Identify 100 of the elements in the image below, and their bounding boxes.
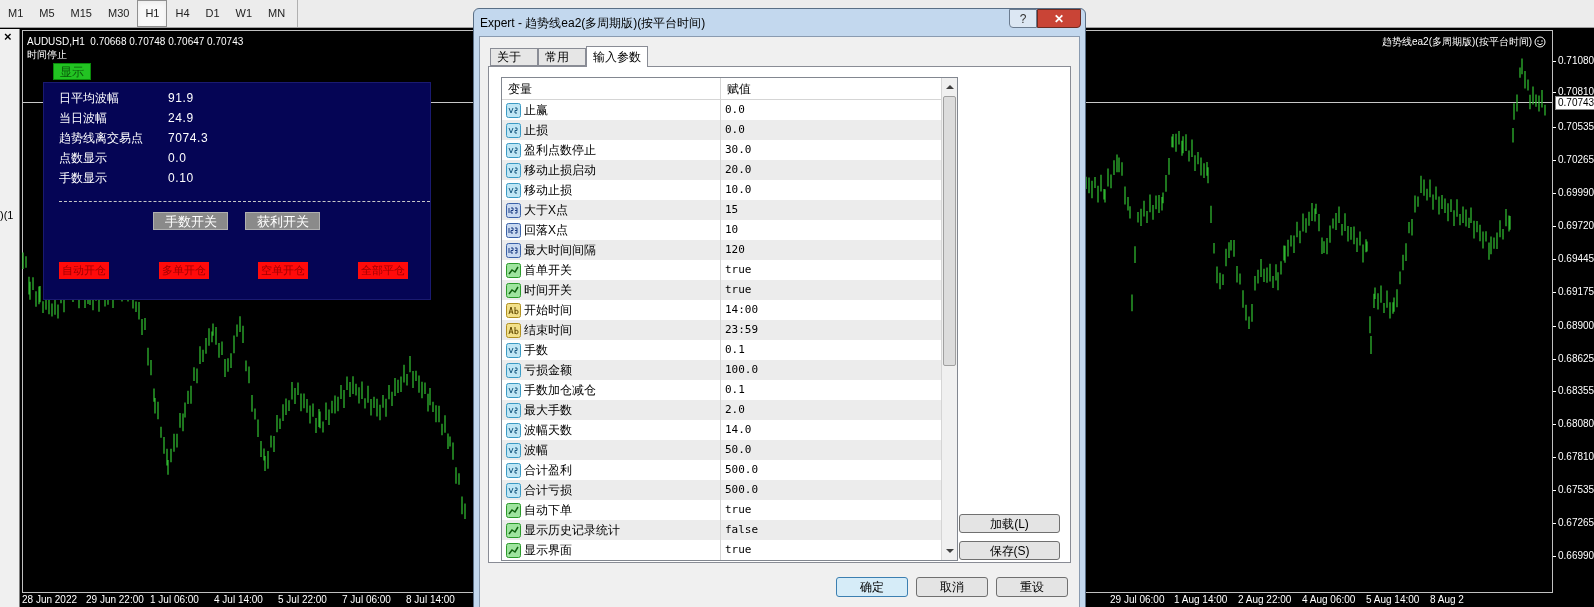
parameter-value[interactable]: 2.0	[721, 400, 941, 420]
parameter-name[interactable]: 止损	[524, 121, 548, 139]
parameter-value[interactable]: true	[721, 500, 941, 520]
real-type-icon	[506, 102, 521, 118]
parameter-value[interactable]: 0.1	[721, 340, 941, 360]
parameter-value[interactable]: 10.0	[721, 180, 941, 200]
show-button[interactable]: 显示	[53, 63, 91, 80]
parameter-value[interactable]: 14.0	[721, 420, 941, 440]
parameter-name[interactable]: 显示界面	[524, 541, 572, 559]
period-button[interactable]: M5	[31, 0, 63, 27]
parameter-name[interactable]: 盈利点数停止	[524, 141, 596, 159]
parameter-value[interactable]: 0.1	[721, 380, 941, 400]
close-icon[interactable]: ×	[4, 30, 12, 43]
stat-label: 手数显示	[59, 170, 108, 187]
column-header[interactable]: 赋值	[721, 78, 941, 99]
integer-type-icon	[506, 202, 521, 218]
parameter-name[interactable]: 显示历史记录统计	[524, 521, 620, 539]
parameter-value[interactable]: 20.0	[721, 160, 941, 180]
parameter-name[interactable]: 亏损金额	[524, 361, 572, 379]
parameter-value[interactable]: 120	[721, 240, 941, 260]
smiley-icon	[1534, 35, 1546, 48]
parameter-value[interactable]: 500.0	[721, 460, 941, 480]
dialog-tab[interactable]: 关于	[490, 48, 538, 66]
parameter-value[interactable]: 50.0	[721, 440, 941, 460]
parameter-name[interactable]: 波幅天数	[524, 421, 572, 439]
parameter-name[interactable]: 合计亏损	[524, 481, 572, 499]
parameter-value[interactable]: 10	[721, 220, 941, 240]
side-button[interactable]: 加载(L)	[959, 514, 1060, 533]
dialog-button[interactable]: 取消	[916, 577, 988, 597]
real-type-icon	[506, 362, 521, 378]
scroll-down-icon	[945, 548, 954, 554]
period-button[interactable]: H1	[137, 0, 168, 27]
parameter-name[interactable]: 结束时间	[524, 321, 572, 339]
price-label: 0.67265	[1558, 518, 1594, 528]
parameter-name[interactable]: 移动止损启动	[524, 161, 596, 179]
parameter-value[interactable]: true	[721, 540, 941, 560]
stat-value: 0.0	[168, 150, 187, 167]
time-label: 2 Aug 22:00	[1238, 595, 1292, 605]
parameter-name[interactable]: 手数加仓减仓	[524, 381, 596, 399]
close-button[interactable]: ✕	[1037, 9, 1081, 28]
time-label: 5 Jul 22:00	[278, 595, 327, 605]
parameter-name[interactable]: 自动下单	[524, 501, 572, 519]
parameter-name[interactable]: 移动止损	[524, 181, 572, 199]
help-button[interactable]: ?	[1009, 9, 1037, 28]
price-label: 0.70810	[1558, 87, 1594, 97]
parameter-value[interactable]: 0.0	[721, 120, 941, 140]
parameter-value[interactable]: 15	[721, 200, 941, 220]
period-button[interactable]: M1	[0, 0, 32, 27]
time-label: 7 Jul 06:00	[342, 595, 391, 605]
parameter-value[interactable]: 23:59	[721, 320, 941, 340]
period-button[interactable]: D1	[197, 0, 228, 27]
parameter-value[interactable]: 500.0	[721, 480, 941, 500]
period-button[interactable]: M30	[99, 0, 138, 27]
real-type-icon	[506, 402, 521, 418]
text-type-icon	[506, 302, 521, 318]
period-button[interactable]: M15	[62, 0, 100, 27]
parameter-value[interactable]: 0.0	[721, 100, 941, 120]
parameter-name[interactable]: 大于X点	[524, 201, 568, 219]
parameter-value[interactable]: 100.0	[721, 360, 941, 380]
parameter-name[interactable]: 波幅	[524, 441, 548, 459]
scroll-thumb[interactable]	[943, 96, 956, 366]
time-label: 29 Jun 22:00	[86, 595, 144, 605]
parameter-name[interactable]: 手数	[524, 341, 548, 359]
parameter-name[interactable]: 回落X点	[524, 221, 568, 239]
price-label: 0.69175	[1558, 287, 1594, 297]
dialog-title: Expert - 趋势线ea2(多周期版)(按平台时间)	[480, 14, 707, 32]
gutter-text: )(1	[0, 208, 14, 223]
dialog-button[interactable]: 确定	[836, 577, 908, 597]
period-button[interactable]: MN	[260, 0, 294, 27]
parameter-name[interactable]: 首单开关	[524, 261, 572, 279]
status-text: 时间停止	[27, 48, 67, 62]
dialog-tab[interactable]: 输入参数	[586, 46, 648, 67]
column-header[interactable]: 变量	[502, 78, 721, 99]
dialog-button[interactable]: 重设	[996, 577, 1068, 597]
parameter-name[interactable]: 时间开关	[524, 281, 572, 299]
parameter-value[interactable]: true	[721, 260, 941, 280]
parameter-name[interactable]: 止赢	[524, 101, 548, 119]
real-type-icon	[506, 462, 521, 478]
parameter-value[interactable]: false	[721, 520, 941, 540]
parameter-value[interactable]: 30.0	[721, 140, 941, 160]
parameter-name[interactable]: 开始时间	[524, 301, 572, 319]
period-button[interactable]: W1	[227, 0, 261, 27]
stat-value: 24.9	[168, 110, 194, 127]
scrollbar[interactable]	[941, 78, 957, 560]
parameter-name[interactable]: 最大时间间隔	[524, 241, 596, 259]
parameter-name[interactable]: 最大手数	[524, 401, 572, 419]
boolean-type-icon	[506, 262, 521, 278]
stat-label: 趋势线离交易点	[59, 130, 144, 147]
integer-type-icon	[506, 242, 521, 258]
dialog-tab[interactable]: 常用	[538, 48, 586, 66]
current-price-label: 0.70743	[1555, 96, 1594, 110]
period-button[interactable]: H4	[167, 0, 198, 27]
real-type-icon	[506, 482, 521, 498]
parameter-name[interactable]: 合计盈利	[524, 461, 572, 479]
price-label: 0.70265	[1558, 155, 1594, 165]
scroll-up-icon	[945, 84, 954, 90]
parameter-value[interactable]: true	[721, 280, 941, 300]
price-label: 0.71080	[1558, 56, 1594, 66]
side-button[interactable]: 保存(S)	[959, 541, 1060, 560]
parameter-value[interactable]: 14:00	[721, 300, 941, 320]
